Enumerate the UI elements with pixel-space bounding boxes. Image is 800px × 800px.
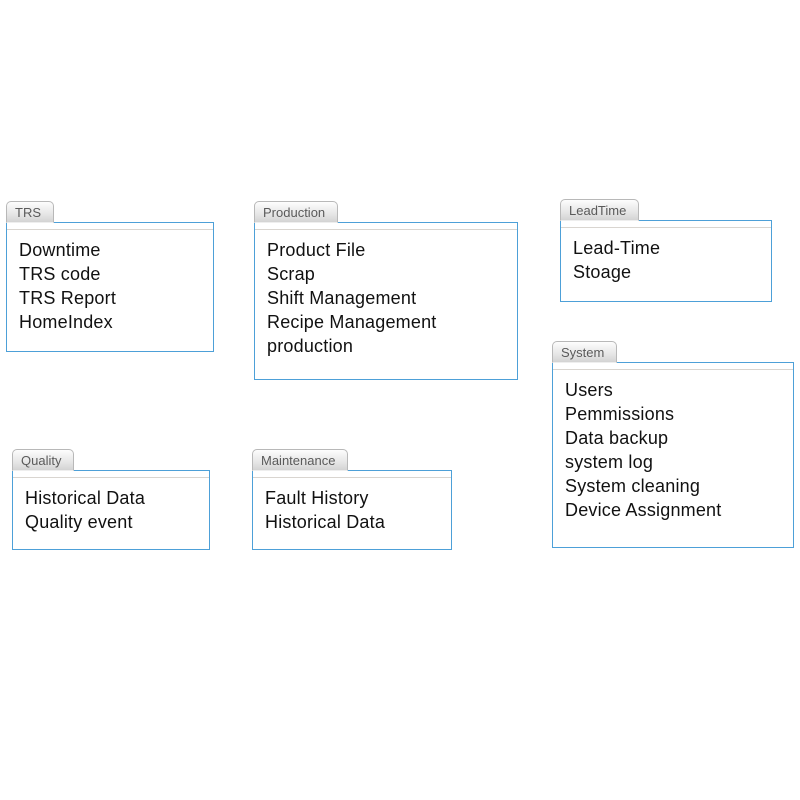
- menu-item[interactable]: Stoage: [573, 260, 761, 284]
- menu-item[interactable]: system log: [565, 450, 783, 474]
- tab-quality[interactable]: Quality: [12, 449, 74, 471]
- menu-item[interactable]: Historical Data: [265, 510, 441, 534]
- panel-quality: Quality Historical Data Quality event: [12, 470, 210, 550]
- menu-item[interactable]: Product File: [267, 238, 507, 262]
- menu-item[interactable]: Recipe Management: [267, 310, 507, 334]
- menu-item[interactable]: TRS Report: [19, 286, 203, 310]
- panel-maintenance-items: Fault History Historical Data: [253, 478, 451, 544]
- menu-item[interactable]: Lead-Time: [573, 236, 761, 260]
- menu-item[interactable]: TRS code: [19, 262, 203, 286]
- panel-trs-items: Downtime TRS code TRS Report HomeIndex: [7, 230, 213, 344]
- tab-maintenance[interactable]: Maintenance: [252, 449, 348, 471]
- panel-maintenance: Maintenance Fault History Historical Dat…: [252, 470, 452, 550]
- menu-item[interactable]: Historical Data: [25, 486, 199, 510]
- menu-item[interactable]: Data backup: [565, 426, 783, 450]
- menu-item[interactable]: Quality event: [25, 510, 199, 534]
- menu-item[interactable]: HomeIndex: [19, 310, 203, 334]
- panel-system: System Users Pemmissions Data backup sys…: [552, 362, 794, 548]
- menu-item[interactable]: Device Assignment: [565, 498, 783, 522]
- menu-item[interactable]: System cleaning: [565, 474, 783, 498]
- panel-quality-items: Historical Data Quality event: [13, 478, 209, 544]
- panel-leadtime: LeadTime Lead-Time Stoage: [560, 220, 772, 302]
- menu-item[interactable]: Shift Management: [267, 286, 507, 310]
- panel-trs: TRS Downtime TRS code TRS Report HomeInd…: [6, 222, 214, 352]
- tab-system[interactable]: System: [552, 341, 617, 363]
- menu-item[interactable]: Users: [565, 378, 783, 402]
- tab-trs[interactable]: TRS: [6, 201, 54, 223]
- menu-item[interactable]: Fault History: [265, 486, 441, 510]
- panel-system-items: Users Pemmissions Data backup system log…: [553, 370, 793, 532]
- menu-item[interactable]: Downtime: [19, 238, 203, 262]
- menu-item[interactable]: Scrap: [267, 262, 507, 286]
- panel-production-items: Product File Scrap Shift Management Reci…: [255, 230, 517, 368]
- tab-leadtime[interactable]: LeadTime: [560, 199, 639, 221]
- panel-leadtime-items: Lead-Time Stoage: [561, 228, 771, 294]
- menu-item[interactable]: Pemmissions: [565, 402, 783, 426]
- tab-production[interactable]: Production: [254, 201, 338, 223]
- menu-item[interactable]: production: [267, 334, 507, 358]
- panel-production: Production Product File Scrap Shift Mana…: [254, 222, 518, 380]
